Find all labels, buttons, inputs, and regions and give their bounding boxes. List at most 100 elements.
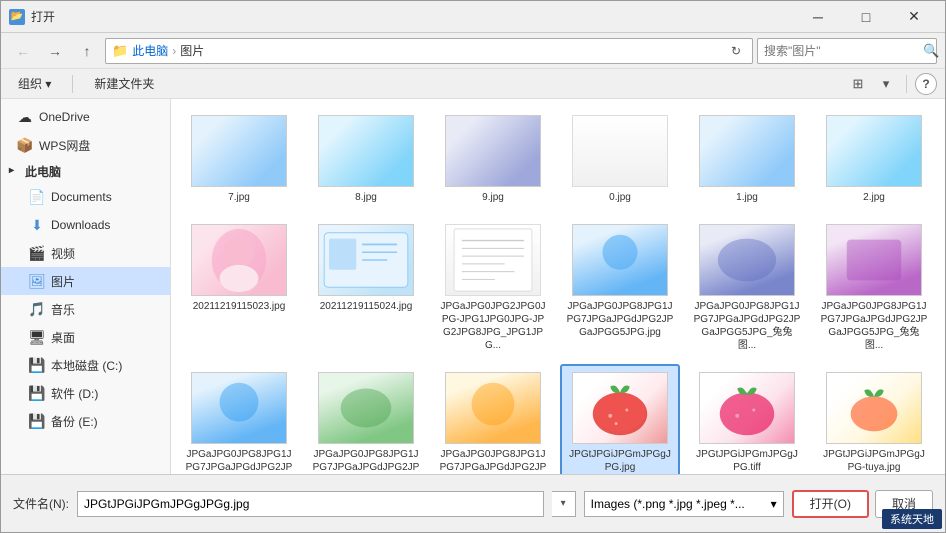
titlebar: 📂 打开 ─ □ ✕ — [1, 1, 945, 33]
filetype-label: Images (*.png *.jpg *.jpeg *... — [591, 497, 745, 511]
wps-icon: 📦 — [17, 137, 33, 153]
list-item[interactable]: 2.jpg — [814, 107, 934, 212]
toolbar-right: ⊞ ▾ ? — [846, 72, 937, 96]
maximize-button[interactable]: □ — [843, 1, 889, 33]
list-item[interactable]: JPGtJPGiJPGmJPGgJPG-tuya.jpg — [814, 364, 934, 474]
address-bar[interactable]: 📁 此电脑 › 图片 ↻ — [105, 38, 753, 64]
list-item[interactable]: 1.jpg — [687, 107, 807, 212]
list-item[interactable]: 7.jpg — [179, 107, 299, 212]
sidebar-item-onedrive[interactable]: ☁ OneDrive — [1, 103, 170, 131]
file-name: 1.jpg — [736, 191, 758, 204]
onedrive-icon: ☁ — [17, 109, 33, 125]
desktop-icon: 🖥 — [29, 329, 45, 345]
file-thumbnail — [572, 372, 668, 444]
refresh-button[interactable]: ↻ — [726, 41, 746, 61]
file-thumbnail — [445, 115, 541, 187]
address-path: 此电脑 › 图片 — [132, 42, 722, 59]
file-name: 8.jpg — [355, 191, 377, 204]
sidebar-label-pictures: 图片 — [51, 273, 75, 290]
filename-input[interactable] — [77, 491, 544, 517]
file-thumbnail — [318, 115, 414, 187]
file-name: 20211219115023.jpg — [193, 300, 286, 313]
file-thumbnail — [318, 224, 414, 296]
list-item[interactable]: JPGaJPG0JPG8JPG1JPG7JPGaJPGdJPG2JPGaJPGG… — [814, 216, 934, 360]
view-mode-button[interactable]: ⊞ — [846, 72, 870, 96]
search-box[interactable]: 🔍 — [757, 38, 937, 64]
sidebar-label-diskd: 软件 (D:) — [51, 385, 98, 402]
file-thumbnail — [572, 115, 668, 187]
file-name: 7.jpg — [228, 191, 250, 204]
file-thumbnail — [699, 372, 795, 444]
list-item[interactable]: 8.jpg — [306, 107, 426, 212]
open-button[interactable]: 打开(O) — [792, 490, 869, 518]
file-name: JPGaJPG0JPG8JPG1JPG7JPGaJPGdJPG2JPGaJPGG… — [185, 448, 293, 474]
filetype-chevron: ▾ — [771, 497, 777, 511]
list-item[interactable]: JPGaJPG0JPG8JPG1JPG7JPGaJPGdJPG2JPGaJPGG… — [179, 364, 299, 474]
path-pictures[interactable]: 图片 — [180, 42, 204, 59]
sidebar-item-diskd[interactable]: 💾 软件 (D:) — [1, 379, 170, 407]
list-item[interactable]: JPGaJPG0JPG8JPG1JPG7JPGaJPGdJPG2JPGaJPGG… — [687, 216, 807, 360]
minimize-button[interactable]: ─ — [795, 1, 841, 33]
file-thumbnail — [445, 372, 541, 444]
sidebar-item-pictures[interactable]: 🖼 图片 — [1, 267, 170, 295]
sidebar: ☁ OneDrive 📦 WPS网盘 ▸ 此电脑 📄 Documents ⬇ D… — [1, 99, 171, 474]
pictures-icon: 🖼 — [29, 273, 45, 289]
list-item[interactable]: JPGaJPG0JPG8JPG1JPG7JPGaJPGdJPG2JPGaJPGG… — [306, 364, 426, 474]
file-name: 20211219115024.jpg — [320, 300, 413, 313]
videos-icon: 🎬 — [29, 245, 45, 261]
sidebar-item-downloads[interactable]: ⬇ Downloads — [1, 211, 170, 239]
list-item[interactable]: JPGtJPGiJPGmJPGgJPG.jpg — [560, 364, 680, 474]
sidebar-section-thispc[interactable]: ▸ 此电脑 — [1, 159, 170, 183]
back-button[interactable]: ← — [9, 37, 37, 65]
list-item[interactable]: JPGtJPGiJPGmJPGgJPG.tiff — [687, 364, 807, 474]
file-name: JPGaJPG0JPG8JPG1JPG7JPGaJPGdJPG2JPGaJPGG… — [693, 300, 801, 352]
sidebar-item-wps[interactable]: 📦 WPS网盘 — [1, 131, 170, 159]
sidebar-item-desktop[interactable]: 🖥 桌面 — [1, 323, 170, 351]
file-thumbnail — [191, 224, 287, 296]
sidebar-item-music[interactable]: 🎵 音乐 — [1, 295, 170, 323]
list-item[interactable]: JPGaJPG0JPG2JPG0JPG-JPG1JPG0JPG-JPG2JPG8… — [433, 216, 553, 360]
window-title: 打开 — [31, 8, 55, 25]
search-icon: 🔍 — [923, 43, 939, 59]
list-item[interactable]: 20211219115023.jpg — [179, 216, 299, 360]
list-item[interactable]: 9.jpg — [433, 107, 553, 212]
new-folder-button[interactable]: 新建文件夹 — [85, 73, 163, 95]
list-item[interactable]: JPGaJPG0JPG8JPG1JPG7JPGaJPGdJPG2JPGaJPGG… — [433, 364, 553, 474]
open-dialog: 📂 打开 ─ □ ✕ ← → ↑ 📁 此电脑 › 图片 ↻ 🔍 组织 ▾ — [0, 0, 946, 533]
list-item[interactable]: 20211219115024.jpg — [306, 216, 426, 360]
sidebar-label-diske: 备份 (E:) — [51, 413, 98, 430]
help-button[interactable]: ? — [915, 73, 937, 95]
close-button[interactable]: ✕ — [891, 1, 937, 33]
file-name: JPGtJPGiJPGmJPGgJPG.tiff — [693, 448, 801, 474]
sidebar-item-localdisk[interactable]: 💾 本地磁盘 (C:) — [1, 351, 170, 379]
sidebar-item-documents[interactable]: 📄 Documents — [1, 183, 170, 211]
search-input[interactable] — [764, 44, 919, 58]
file-area[interactable]: 7.jpg 8.jpg 9.jpg 0.jpg 1.jpg — [171, 99, 945, 474]
sidebar-item-videos[interactable]: 🎬 视频 — [1, 239, 170, 267]
filetype-select[interactable]: Images (*.png *.jpg *.jpeg *... ▾ — [584, 491, 784, 517]
toolbar-separator2 — [906, 75, 907, 93]
list-item[interactable]: JPGaJPG0JPG8JPG1JPG7JPGaJPGdJPG2JPGaJPGG… — [560, 216, 680, 360]
file-name: JPGaJPG0JPG8JPG1JPG7JPGaJPGdJPG2JPGaJPGG… — [312, 448, 420, 474]
diskd-icon: 💾 — [29, 385, 45, 401]
window-icon: 📂 — [9, 9, 25, 25]
sidebar-label-thispc: 此电脑 — [25, 163, 61, 180]
sidebar-item-diske[interactable]: 💾 备份 (E:) — [1, 407, 170, 435]
list-item[interactable]: 0.jpg — [560, 107, 680, 212]
sidebar-label-desktop: 桌面 — [51, 329, 75, 346]
path-pc[interactable]: 此电脑 — [132, 42, 168, 59]
bottom-row1: 文件名(N): ▾ Images (*.png *.jpg *.jpeg *..… — [13, 489, 933, 518]
file-name: JPGtJPGiJPGmJPGgJPG.jpg — [566, 448, 674, 474]
file-name: JPGaJPG0JPG8JPG1JPG7JPGaJPGdJPG2JPGaJPGG… — [566, 300, 674, 339]
address-toolbar: ← → ↑ 📁 此电脑 › 图片 ↻ 🔍 — [1, 33, 945, 69]
filename-label: 文件名(N): — [13, 495, 69, 512]
filename-dropdown[interactable]: ▾ — [552, 491, 576, 517]
path-sep1: › — [172, 44, 176, 58]
localdisk-icon: 💾 — [29, 357, 45, 373]
view-dropdown-button[interactable]: ▾ — [874, 72, 898, 96]
forward-button[interactable]: → — [41, 37, 69, 65]
file-thumbnail — [826, 224, 922, 296]
file-thumbnail — [191, 372, 287, 444]
up-button[interactable]: ↑ — [73, 37, 101, 65]
organize-button[interactable]: 组织 ▾ — [9, 73, 60, 95]
